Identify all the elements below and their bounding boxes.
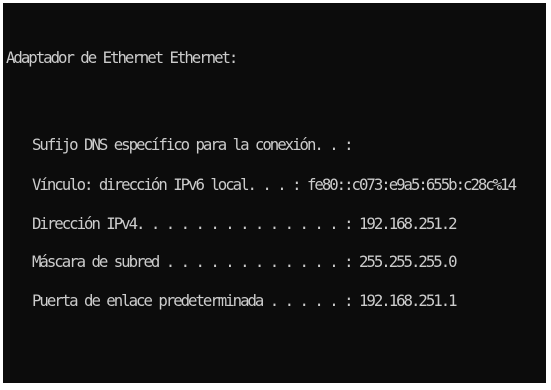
ipv6-link-local-line: Vínculo: dirección IPv6 local. . . : fe8… [32,175,517,194]
default-gateway-line: Puerta de enlace predeterminada . . . . … [32,291,458,310]
ipv4-address-line: Dirección IPv4. . . . . . . . . . . . . … [32,214,458,233]
adapter-header: Adaptador de Ethernet Ethernet: [6,48,238,67]
dns-suffix-line: Sufijo DNS específico para la conexión. … [32,135,354,154]
subnet-mask-line: Máscara de subred . . . . . . . . . . . … [32,252,458,271]
console-window[interactable]: Adaptador de Ethernet Ethernet: Sufijo D… [3,3,546,383]
